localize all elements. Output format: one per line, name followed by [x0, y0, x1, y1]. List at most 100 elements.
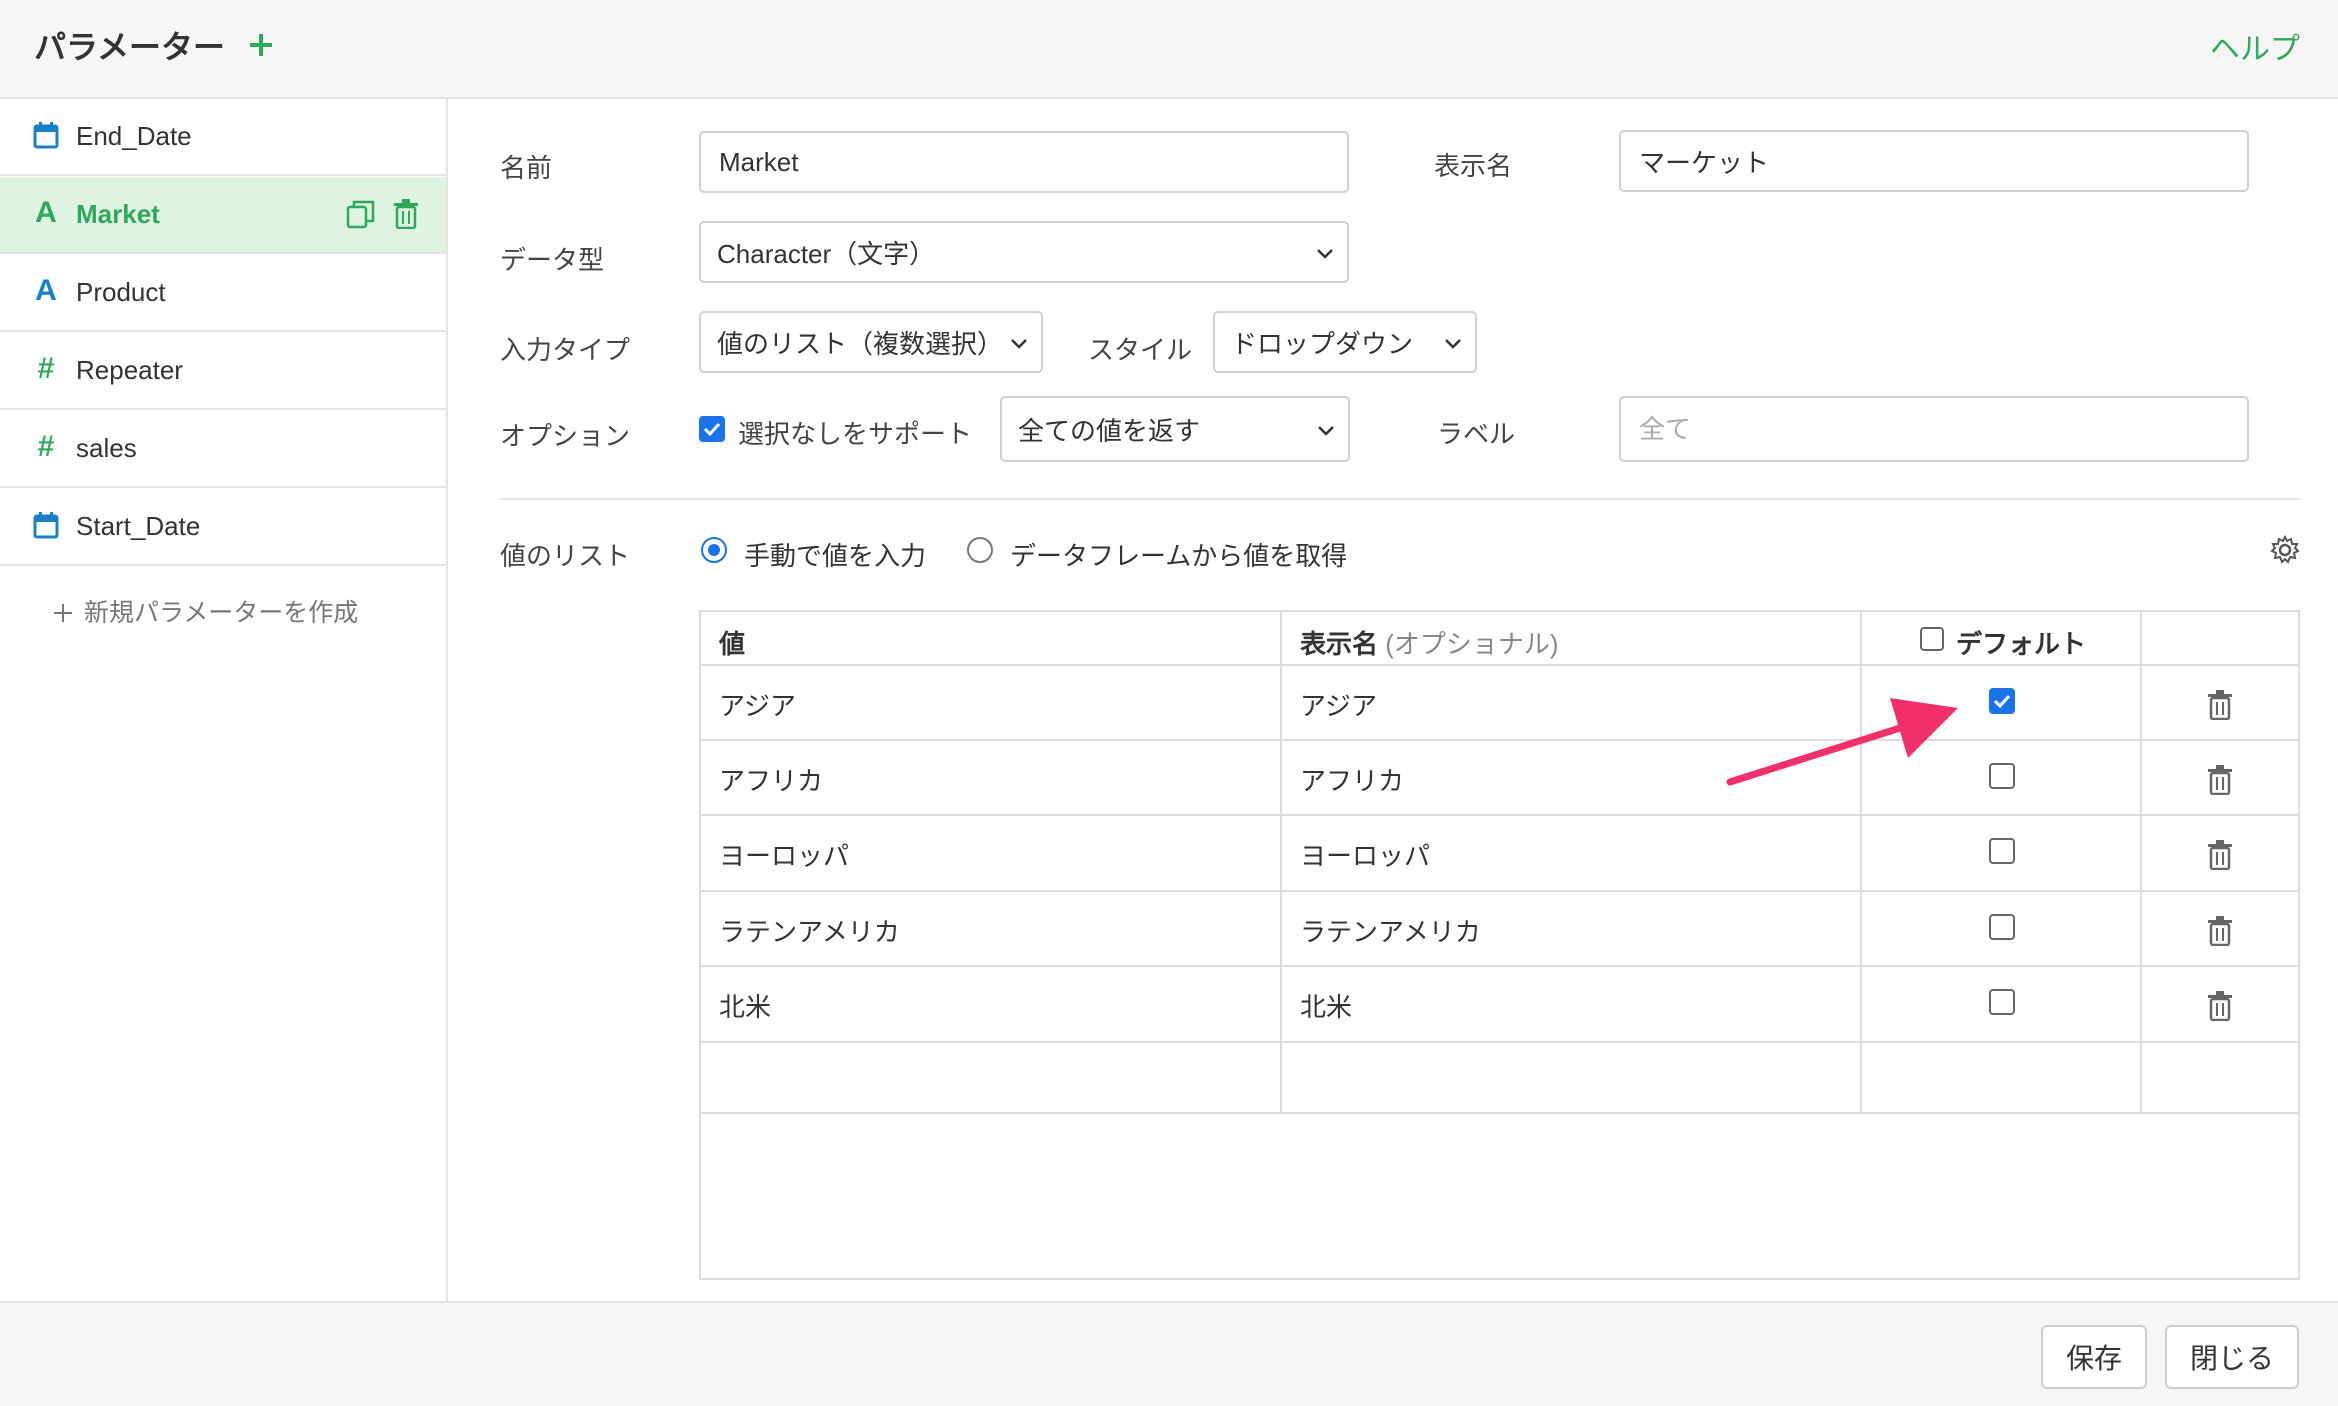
table-row-cell-value-new[interactable] [701, 1043, 1282, 1114]
calendar-icon [32, 511, 60, 539]
table-row-cell-actions [2142, 967, 2298, 1043]
table-row-cell-value[interactable]: アフリカ [701, 741, 1282, 816]
column-header-actions [2142, 612, 2298, 666]
cell-text: ヨーロッパ [1300, 841, 1431, 871]
style-select[interactable]: ドロップダウン [1213, 311, 1477, 373]
letter-a-icon: A [35, 196, 57, 229]
sidebar-item-product[interactable]: A Product [0, 255, 446, 332]
table-row-cell-display[interactable]: ラテンアメリカ [1282, 892, 1862, 967]
page-title: パラメーター [34, 29, 226, 65]
column-header-display-text: 表示名 [1300, 629, 1379, 659]
help-link[interactable]: ヘルプ [2210, 24, 2300, 68]
sidebar-item-end-date[interactable]: End_Date [0, 99, 446, 176]
table-row-cell-value[interactable]: アジア [701, 666, 1282, 741]
column-header-optional: (オプショナル) [1385, 629, 1559, 659]
radio-manual-label: 手動で値を入力 [744, 541, 927, 571]
default-checkbox[interactable] [1989, 914, 2015, 940]
cell-text: アジア [1300, 691, 1377, 721]
cell-text: ラテンアメリカ [1300, 917, 1481, 947]
style-label: スタイル [1088, 335, 1193, 365]
save-button[interactable]: 保存 [2041, 1325, 2147, 1389]
data-type-select[interactable]: Character（文字） [699, 221, 1349, 283]
radio-dataframe[interactable] [967, 537, 993, 563]
value-table: 値 表示名 (オプショナル) デフォルト アジア アジア アフリカ アフリカ ヨ… [699, 610, 2300, 1280]
sidebar-item-label: Market [76, 199, 160, 229]
support-none-checkbox[interactable] [699, 416, 725, 442]
plus-icon [54, 604, 72, 622]
footer-bar: 保存 閉じる [0, 1301, 2338, 1406]
header-bar: パラメーター ヘルプ [0, 0, 2338, 99]
return-value: 全ての値を返す [1018, 415, 1201, 446]
parameter-sidebar: End_Date A Market A Product # Repeater #… [0, 99, 448, 1301]
cell-text: ラテンアメリカ [719, 917, 900, 947]
table-row-cell-display[interactable]: 北米 [1282, 967, 1862, 1043]
sidebar-item-label: Start_Date [76, 511, 201, 541]
name-input[interactable] [699, 131, 1349, 193]
column-header-value: 値 [701, 612, 1282, 666]
cell-text: 北米 [1300, 992, 1353, 1022]
default-all-checkbox[interactable] [1920, 627, 1944, 651]
table-row-cell-default-new [1862, 1043, 2142, 1114]
radio-dataframe-label: データフレームから値を取得 [1010, 541, 1348, 571]
calendar-icon [32, 121, 60, 149]
table-row-cell-value[interactable]: 北米 [701, 967, 1282, 1043]
table-row-cell-default [1862, 892, 2142, 967]
new-parameter-label: 新規パラメーターを作成 [84, 599, 359, 627]
trash-icon[interactable] [2207, 690, 2233, 721]
table-row-cell-value[interactable]: ヨーロッパ [701, 816, 1282, 892]
default-checkbox[interactable] [1989, 763, 2015, 789]
display-name-label: 表示名 [1434, 151, 1513, 181]
table-row-cell-display[interactable]: ヨーロッパ [1282, 816, 1862, 892]
data-type-label: データ型 [500, 245, 605, 275]
cell-text: アフリカ [719, 766, 824, 796]
data-type-value: Character（文字） [717, 238, 936, 269]
new-parameter-link[interactable]: 新規パラメーターを作成 [52, 593, 358, 629]
cell-text: アジア [719, 691, 796, 721]
sidebar-item-label: sales [76, 433, 137, 463]
column-header-value-text: 値 [719, 629, 746, 659]
display-name-input[interactable] [1619, 130, 2249, 192]
column-header-default-text: デフォルト [1956, 629, 2087, 659]
trash-icon[interactable] [2207, 765, 2233, 796]
section-divider [500, 498, 2300, 500]
label-input[interactable] [1619, 396, 2249, 462]
trash-icon[interactable] [2207, 991, 2233, 1022]
settings-button[interactable] [2270, 534, 2300, 570]
sidebar-item-repeater[interactable]: # Repeater [0, 333, 446, 410]
duplicate-icon[interactable] [346, 199, 376, 231]
radio-manual[interactable] [701, 537, 727, 563]
sidebar-item-label: Product [76, 277, 166, 307]
table-row-cell-actions [2142, 741, 2298, 816]
default-checkbox[interactable] [1989, 688, 2015, 714]
column-header-default: デフォルト [1862, 612, 2142, 666]
value-list-label: 値のリスト [500, 541, 631, 571]
letter-a-icon: A [35, 274, 57, 307]
default-checkbox[interactable] [1989, 838, 2015, 864]
sidebar-item-label: Repeater [76, 355, 183, 385]
checkmark-icon [1993, 694, 2011, 709]
trash-icon[interactable] [393, 199, 423, 231]
default-checkbox[interactable] [1989, 989, 2015, 1015]
return-value-select[interactable]: 全ての値を返す [1000, 396, 1350, 462]
sidebar-item-sales[interactable]: # sales [0, 411, 446, 488]
table-row-cell-actions [2142, 666, 2298, 741]
sidebar-item-market[interactable]: A Market [0, 177, 446, 254]
cell-text: 北米 [719, 992, 772, 1022]
chevron-down-icon [1318, 426, 1334, 436]
input-type-label: 入力タイプ [500, 335, 631, 365]
gear-icon [2270, 534, 2300, 564]
sidebar-item-start-date[interactable]: Start_Date [0, 489, 446, 566]
style-value: ドロップダウン [1231, 328, 1414, 359]
option-label: オプション [500, 421, 631, 451]
table-row-cell-display-new[interactable] [1282, 1043, 1862, 1114]
table-row-cell-value[interactable]: ラテンアメリカ [701, 892, 1282, 967]
table-row-cell-actions [2142, 816, 2298, 892]
chevron-down-icon [1445, 339, 1461, 349]
name-label: 名前 [500, 153, 553, 183]
close-button[interactable]: 閉じる [2165, 1325, 2299, 1389]
input-type-select[interactable]: 値のリスト（複数選択） [699, 311, 1043, 373]
trash-icon[interactable] [2207, 840, 2233, 871]
table-row-cell-default [1862, 816, 2142, 892]
checkmark-icon [703, 422, 721, 437]
trash-icon[interactable] [2207, 916, 2233, 947]
